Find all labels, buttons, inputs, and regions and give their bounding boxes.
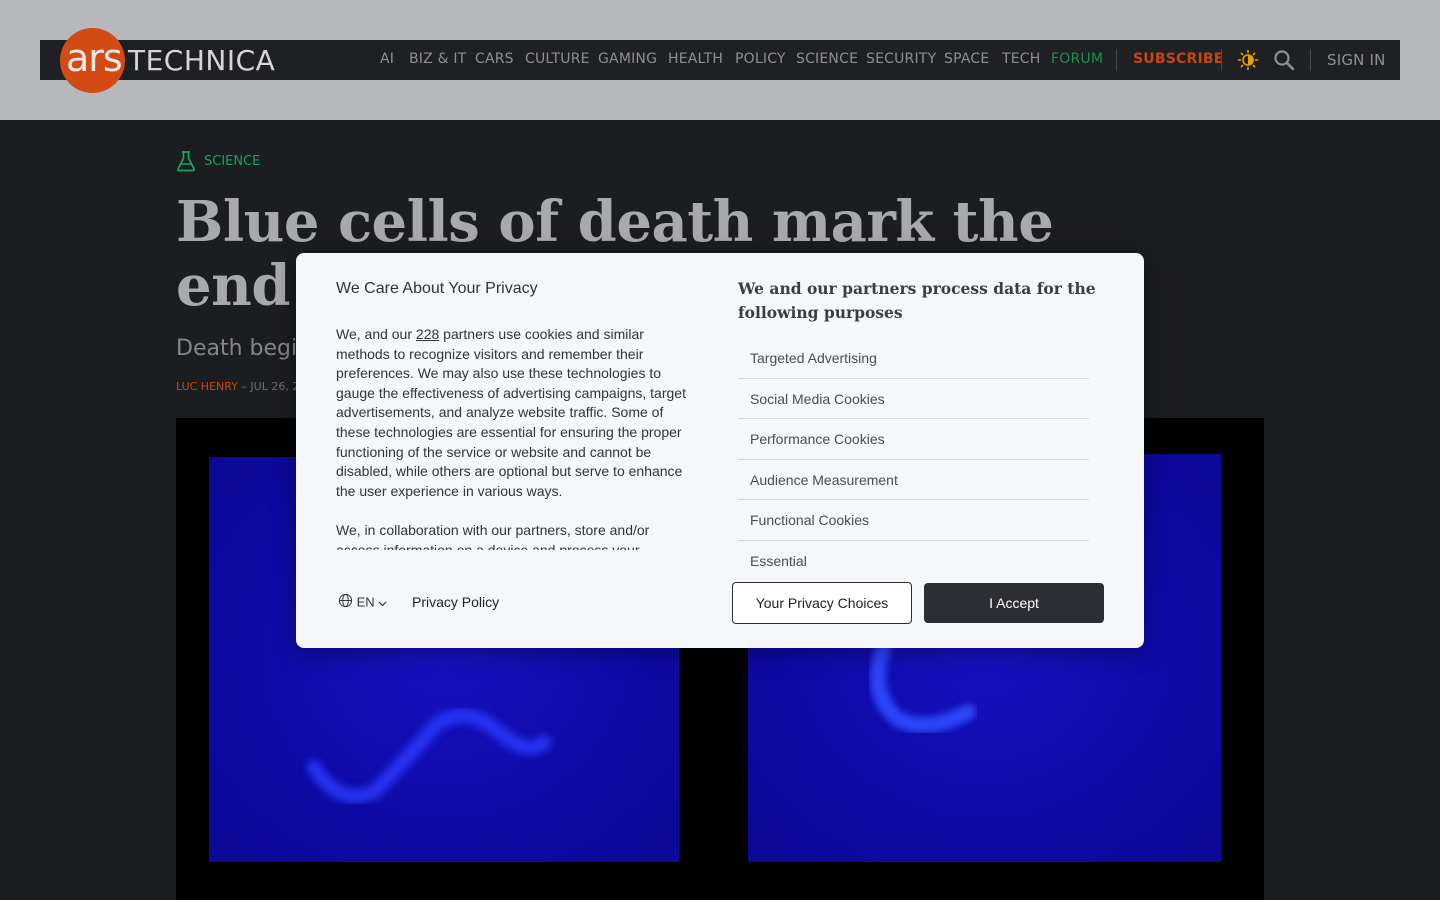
nav-ai[interactable]: AI bbox=[380, 51, 394, 67]
nav-science[interactable]: SCIENCE bbox=[796, 51, 858, 67]
nav-culture[interactable]: CULTURE bbox=[525, 51, 590, 67]
nav-subscribe[interactable]: SUBSCRIBE bbox=[1133, 51, 1224, 67]
chevron-down-icon bbox=[378, 595, 387, 610]
nav-tech[interactable]: TECH bbox=[1002, 51, 1041, 67]
purpose-item[interactable]: Audience Measurement bbox=[738, 460, 1089, 500]
nav-divider bbox=[1310, 49, 1311, 71]
consent-title: We Care About Your Privacy bbox=[336, 280, 538, 297]
purpose-item[interactable]: Functional Cookies bbox=[738, 500, 1089, 541]
nav-cars[interactable]: CARS bbox=[475, 51, 514, 67]
purpose-item[interactable]: Performance Cookies bbox=[738, 419, 1089, 460]
nav-health[interactable]: HEALTH bbox=[668, 51, 723, 67]
logo-technica-text[interactable]: TECHNICA bbox=[128, 44, 275, 77]
purpose-list[interactable]: Targeted Advertising Social Media Cookie… bbox=[738, 338, 1089, 578]
purpose-item[interactable]: Social Media Cookies bbox=[738, 379, 1089, 419]
privacy-policy-link[interactable]: Privacy Policy bbox=[412, 594, 499, 610]
nav-forum[interactable]: FORUM bbox=[1051, 51, 1103, 67]
consent-paragraph: We, and our 228 partners use cookies and… bbox=[336, 325, 688, 501]
globe-icon bbox=[338, 593, 357, 611]
purposes-title: We and our partners process data for the… bbox=[738, 279, 1096, 322]
purpose-item[interactable]: Targeted Advertising bbox=[738, 338, 1089, 379]
language-label: EN bbox=[356, 594, 375, 610]
byline: LUC HENRY – JUL 26, 2 bbox=[176, 380, 299, 393]
language-selector[interactable]: EN bbox=[338, 593, 387, 611]
purpose-item[interactable]: Essential bbox=[738, 541, 1089, 579]
privacy-consent-dialog: We Care About Your Privacy We, and our 2… bbox=[296, 253, 1144, 648]
author-link[interactable]: LUC HENRY bbox=[176, 380, 238, 393]
nav-policy[interactable]: POLICY bbox=[735, 51, 786, 67]
section-label: SCIENCE bbox=[204, 154, 261, 169]
nav-divider bbox=[1221, 49, 1222, 71]
flask-icon bbox=[176, 150, 196, 177]
partners-link[interactable]: 228 bbox=[416, 326, 439, 342]
nav-biz-it[interactable]: BIZ & IT bbox=[409, 51, 466, 67]
consent-text: We, and our bbox=[336, 326, 416, 342]
logo-ars-text[interactable]: ars bbox=[66, 36, 123, 80]
nav-gaming[interactable]: GAMING bbox=[598, 51, 657, 67]
publish-date: – JUL 26, 2 bbox=[241, 380, 300, 393]
search-icon[interactable] bbox=[1273, 49, 1295, 71]
privacy-choices-button[interactable]: Your Privacy Choices bbox=[732, 582, 912, 624]
theme-toggle-icon[interactable] bbox=[1237, 49, 1259, 71]
consent-body: We, and our 228 partners use cookies and… bbox=[336, 325, 688, 550]
nav-security[interactable]: SECURITY bbox=[866, 51, 936, 67]
nav-divider bbox=[1116, 49, 1117, 71]
consent-paragraph: We, in collaboration with our partners, … bbox=[336, 521, 650, 550]
nav-space[interactable]: SPACE bbox=[944, 51, 989, 67]
accept-button[interactable]: I Accept bbox=[924, 583, 1104, 623]
article-dek: Death begin bbox=[176, 336, 312, 361]
consent-text: partners use cookies and similar methods… bbox=[336, 326, 686, 499]
sign-in-link[interactable]: SIGN IN bbox=[1327, 51, 1386, 69]
